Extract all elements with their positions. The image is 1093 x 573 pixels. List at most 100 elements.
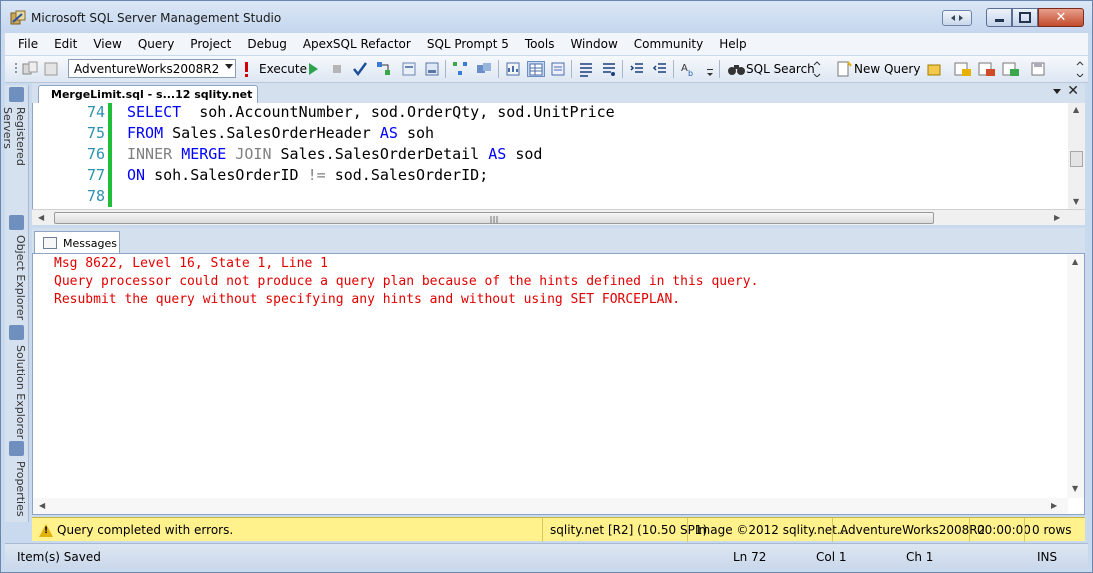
- login-info: Image ©2012 sqlity.net...: [687, 518, 848, 542]
- window-switch-icon[interactable]: [942, 10, 972, 26]
- editor-vertical-scrollbar[interactable]: ▲ ▼: [1068, 103, 1085, 210]
- sql-search-binoculars-icon[interactable]: [727, 61, 747, 77]
- execute-button[interactable]: Execute: [259, 62, 307, 76]
- menu-file[interactable]: File: [5, 34, 46, 54]
- execute-icon[interactable]: [241, 61, 251, 77]
- dock-tab-registered-servers[interactable]: Registered Servers: [1, 87, 27, 207]
- ssms-app-icon[interactable]: [10, 10, 26, 26]
- close-window-button[interactable]: ✕: [1038, 8, 1084, 27]
- active-files-dropdown-icon[interactable]: [1053, 89, 1061, 94]
- intellisense-icon[interactable]: [424, 61, 440, 77]
- editor-horizontal-scrollbar[interactable]: ◀ ▶: [32, 209, 1085, 225]
- messages-vertical-scrollbar[interactable]: ▲ ▼: [1067, 254, 1084, 498]
- results-to-grid-icon[interactable]: [527, 61, 545, 77]
- code-token: sod.SalesOrderID;: [325, 166, 489, 184]
- dock-tab-object-explorer[interactable]: Object Explorer: [7, 215, 27, 325]
- code-token: !=: [307, 166, 326, 184]
- new-query-icon[interactable]: [836, 61, 852, 77]
- toolbar-overflow-icon[interactable]: [705, 61, 715, 77]
- uncomment-lines-icon[interactable]: [601, 61, 617, 77]
- message-line: Msg 8622, Level 16, State 1, Line 1: [54, 256, 328, 271]
- title-bar[interactable]: Microsoft SQL Server Management Studio ✕: [1, 1, 1092, 33]
- scroll-down-icon[interactable]: ▼: [1073, 197, 1079, 206]
- dock-tab-label: Object Explorer: [14, 235, 27, 321]
- document-tab-strip: MergeLimit.sql - s...12 sqlity.net (57))…: [32, 83, 1085, 114]
- available-databases-select[interactable]: AdventureWorks2008R2: [68, 59, 236, 78]
- row-count: 0 rows: [1024, 518, 1072, 542]
- increase-indent-icon[interactable]: [652, 61, 668, 77]
- scroll-left-icon[interactable]: ◀: [38, 213, 44, 222]
- messages-pane[interactable]: Msg 8622, Level 16, State 1, Line 1 Quer…: [32, 253, 1085, 515]
- database-info: AdventureWorks2008R2: [832, 518, 985, 542]
- scroll-thumb[interactable]: [1070, 151, 1083, 167]
- scroll-right-icon[interactable]: ▶: [1054, 213, 1060, 222]
- scroll-up-icon[interactable]: ▲: [1073, 105, 1079, 114]
- toolbar-grip-icon[interactable]: [13, 61, 19, 77]
- open-file-icon[interactable]: [926, 61, 942, 77]
- menu-query[interactable]: Query: [130, 34, 182, 54]
- query-options-icon[interactable]: [401, 61, 417, 77]
- sql-editor-toolbar: AdventureWorks2008R2 Execute Ab SQL Sear…: [5, 56, 1088, 83]
- new-query-button[interactable]: New Query: [854, 62, 920, 76]
- dock-tab-solution-explorer[interactable]: Solution Explorer: [7, 325, 27, 440]
- minimize-button[interactable]: [986, 8, 1012, 27]
- change-tracking-bar: [108, 103, 112, 207]
- line-number: 75: [86, 124, 105, 142]
- database-select-value: AdventureWorks2008R2: [74, 62, 220, 76]
- stop-icon[interactable]: [331, 61, 343, 77]
- scroll-up-icon[interactable]: ▲: [1072, 257, 1078, 266]
- scroll-right-icon[interactable]: ▶: [1051, 501, 1057, 510]
- message-line: Query processor could not produce a quer…: [54, 274, 759, 289]
- scroll-left-icon[interactable]: ◀: [39, 501, 45, 510]
- scroll-thumb[interactable]: [54, 212, 934, 224]
- code-line[interactable]: INNER MERGE JOIN Sales.SalesOrderDetail …: [127, 145, 542, 163]
- messages-horizontal-scrollbar[interactable]: ◀ ▶: [33, 498, 1068, 514]
- code-token: soh.SalesOrderID: [145, 166, 308, 184]
- debug-play-icon[interactable]: [307, 61, 319, 77]
- tab-messages[interactable]: Messages: [34, 231, 120, 253]
- dmx-query-icon[interactable]: [978, 61, 996, 77]
- maximize-button[interactable]: [1012, 8, 1038, 27]
- menu-apexsql-refactor[interactable]: ApexSQL Refactor: [295, 34, 419, 54]
- scroll-down-icon[interactable]: ▼: [1072, 484, 1078, 493]
- code-line[interactable]: ON soh.SalesOrderID != sod.SalesOrderID;: [127, 166, 488, 184]
- display-plan-icon[interactable]: [376, 61, 392, 77]
- estimated-plan-icon[interactable]: [452, 61, 468, 77]
- dock-tab-label: Solution Explorer: [14, 345, 27, 440]
- window-title: Microsoft SQL Server Management Studio: [31, 11, 282, 25]
- menu-community[interactable]: Community: [626, 34, 711, 54]
- specify-values-icon[interactable]: Ab: [680, 61, 698, 77]
- tab-mergelimit-sql[interactable]: MergeLimit.sql - s...12 sqlity.net (57)): [38, 85, 258, 114]
- toolbar-grip-icon[interactable]: [812, 61, 822, 77]
- menu-sql-prompt[interactable]: SQL Prompt 5: [419, 34, 517, 54]
- menu-view[interactable]: View: [85, 34, 129, 54]
- toolbar-separator: [719, 60, 720, 78]
- decrease-indent-icon[interactable]: [629, 61, 645, 77]
- code-line[interactable]: FROM Sales.SalesOrderHeader AS soh: [127, 124, 434, 142]
- include-actual-plan-icon[interactable]: [476, 61, 492, 77]
- sql-search-button[interactable]: SQL Search: [746, 62, 815, 76]
- xmla-query-icon[interactable]: [1002, 61, 1020, 77]
- menu-edit[interactable]: Edit: [46, 34, 85, 54]
- mdx-query-icon[interactable]: [954, 61, 972, 77]
- save-icon[interactable]: [1030, 61, 1046, 77]
- dock-tab-properties[interactable]: Properties: [7, 441, 27, 521]
- code-line[interactable]: SELECT soh.AccountNumber, sod.OrderQty, …: [127, 103, 615, 121]
- dock-tab-label: Registered Servers: [1, 107, 27, 166]
- dock-tab-label: Properties: [14, 461, 27, 517]
- results-to-file-icon[interactable]: [550, 61, 566, 77]
- change-connection-icon[interactable]: [43, 61, 59, 77]
- toolbar-overflow-icon[interactable]: [1075, 61, 1085, 77]
- menu-help[interactable]: Help: [711, 34, 754, 54]
- parse-check-icon[interactable]: [353, 61, 367, 77]
- menu-tools[interactable]: Tools: [517, 34, 563, 54]
- connect-icon[interactable]: [22, 61, 38, 77]
- menu-window[interactable]: Window: [562, 34, 625, 54]
- menu-project[interactable]: Project: [182, 34, 239, 54]
- comment-lines-icon[interactable]: [578, 61, 594, 77]
- close-document-icon[interactable]: ✕: [1067, 83, 1079, 99]
- menu-debug[interactable]: Debug: [239, 34, 294, 54]
- client-statistics-icon[interactable]: [505, 61, 521, 77]
- query-editor[interactable]: 74 75 76 77 78 SELECT soh.AccountNumber,…: [32, 103, 1085, 210]
